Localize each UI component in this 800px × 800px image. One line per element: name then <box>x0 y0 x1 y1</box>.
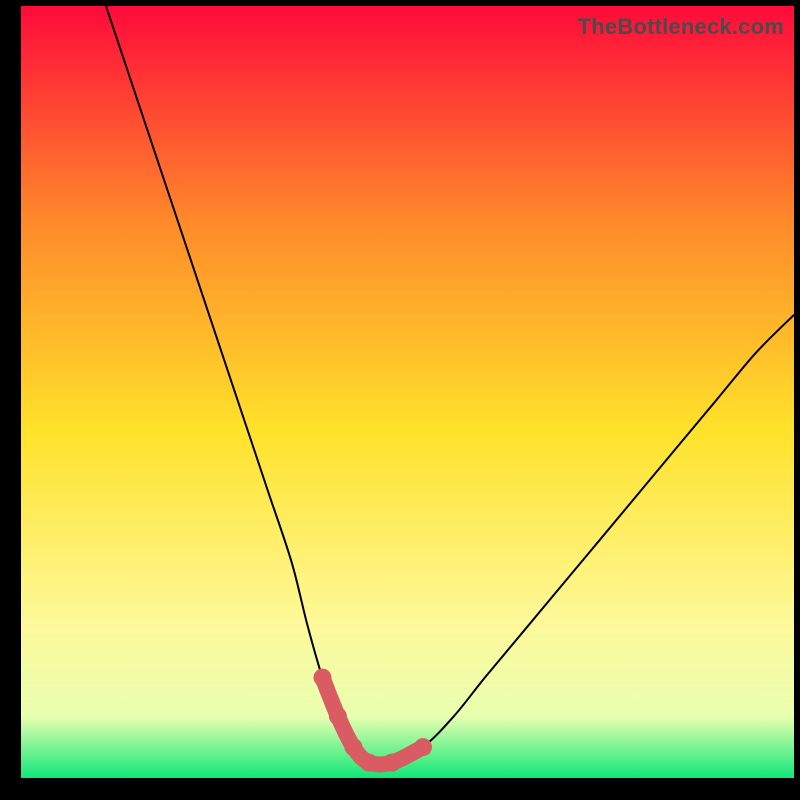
chart-frame: TheBottleneck.com <box>0 0 800 800</box>
accent-dot <box>383 754 401 772</box>
chart-svg <box>21 6 794 778</box>
accent-dot <box>344 738 362 756</box>
accent-dot <box>329 707 347 725</box>
accent-dot <box>314 669 332 687</box>
watermark-text: TheBottleneck.com <box>578 14 784 40</box>
accent-dot <box>360 754 378 772</box>
accent-dot <box>414 738 432 756</box>
gradient-background <box>21 6 794 778</box>
plot-area: TheBottleneck.com <box>21 6 794 778</box>
